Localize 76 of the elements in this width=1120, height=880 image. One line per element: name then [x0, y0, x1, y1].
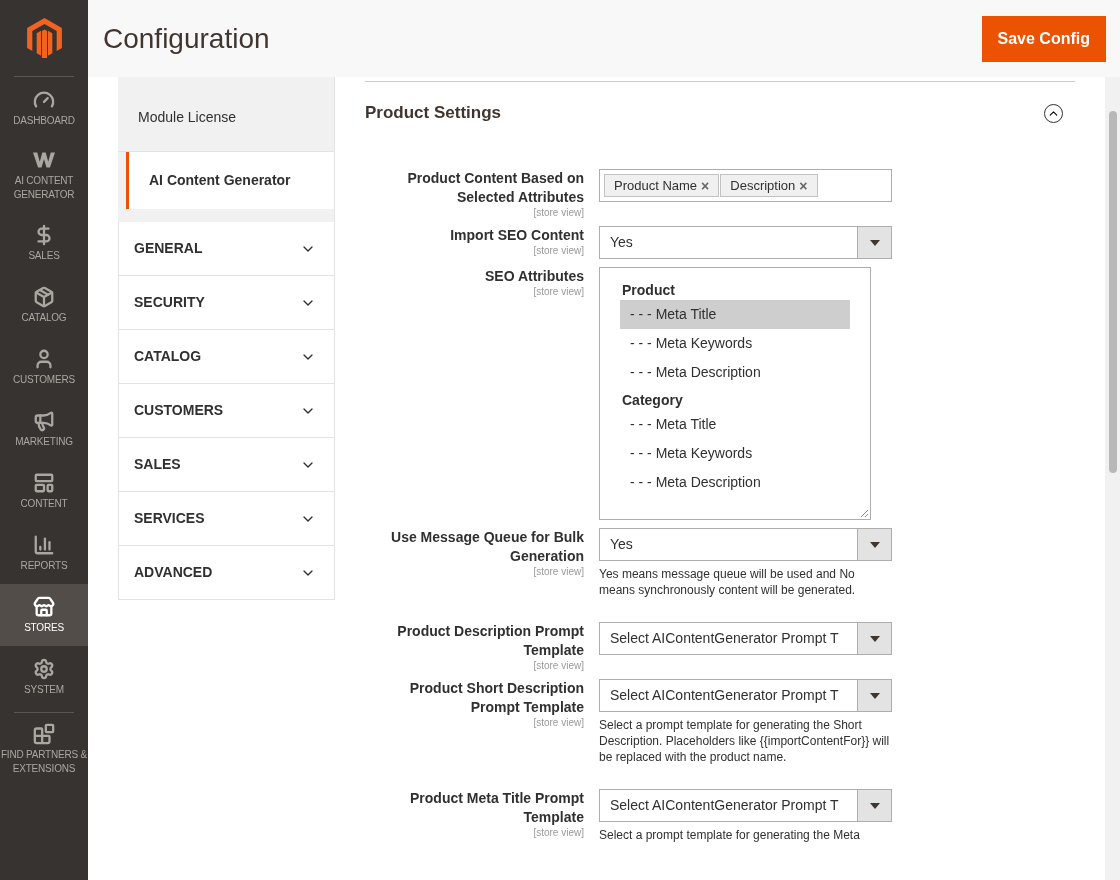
scrollbar[interactable] — [1105, 77, 1120, 880]
scope-label: [store view] — [533, 827, 584, 838]
field-label: Product Short Description Prompt Template — [408, 679, 584, 717]
field-label: SEO Attributes — [484, 267, 584, 286]
field-label: Product Description Prompt Template — [396, 622, 584, 660]
scope-label: [store view] — [533, 566, 584, 577]
page-title: Configuration — [103, 21, 270, 56]
select-field[interactable]: Select AIContentGenerator Prompt T — [599, 789, 892, 822]
listbox-option[interactable]: - - - Meta Title — [620, 410, 850, 439]
select-field[interactable]: Yes — [599, 226, 892, 259]
listbox-option[interactable]: - - - Meta Title — [620, 300, 850, 329]
multiselect-listbox[interactable]: Product - - - Meta Title - - - Meta Keywords - - - Meta Description Category - - - Meta Title - - - Meta Keywords - - - Meta Description — [599, 267, 871, 520]
field-label: Import SEO Content — [450, 226, 584, 245]
config-section[interactable]: SECURITY — [118, 276, 335, 330]
bar-chart-icon — [33, 533, 55, 556]
store-icon — [33, 595, 55, 618]
logo-icon[interactable] — [26, 18, 62, 58]
field-note: Select a prompt template for generating the Meta — [599, 827, 861, 843]
save-config-button[interactable]: Save Config — [981, 15, 1106, 62]
sidebar-item[interactable]: REPORTS — [0, 522, 88, 584]
w-letter-icon — [33, 149, 55, 171]
group-header[interactable]: Product Settings — [365, 82, 1075, 144]
remove-tag-button[interactable]: × — [799, 178, 808, 193]
sidebar-item[interactable]: STORES — [0, 584, 88, 646]
sidebar-item[interactable]: CUSTOMERS — [0, 336, 88, 398]
resize-handle-icon[interactable] — [860, 509, 868, 517]
scope-label: [store view] — [533, 207, 584, 218]
dropdown-arrow-icon — [869, 239, 880, 246]
sidebar-item[interactable]: SYSTEM — [0, 646, 88, 708]
group-title: Product Settings — [365, 102, 501, 125]
listbox-option[interactable]: - - - Meta Keywords — [620, 439, 850, 468]
config-section[interactable]: SERVICES — [118, 492, 335, 546]
sidebar-item[interactable]: MARKETING — [0, 398, 88, 460]
field-note: Select a prompt template for generating the Short Description. Placeholders like {{importContentFor}} will be replaced with the product name. — [599, 717, 891, 765]
listbox-option[interactable]: - - - Meta Description — [620, 468, 850, 497]
tag-label: Product Name — [614, 176, 698, 195]
field-label: Use Message Queue for Bulk Generation — [390, 528, 584, 566]
dropdown-arrow-icon — [869, 692, 880, 699]
tag-label: Description — [730, 176, 796, 195]
config-section[interactable]: SALES — [118, 438, 335, 492]
sidebar-item[interactable]: FIND PARTNERS & EXTENSIONS — [0, 713, 88, 786]
dropdown-arrow-icon — [869, 802, 880, 809]
select-field[interactable]: Select AIContentGenerator Prompt T — [599, 679, 892, 712]
option-group-label: Product — [621, 281, 676, 300]
layout-icon — [33, 471, 55, 494]
listbox-option[interactable]: - - - Meta Description — [620, 358, 850, 387]
option-group-label: Category — [621, 391, 684, 410]
scope-label: [store view] — [533, 660, 584, 671]
field-note: Yes means message queue will be used and No means synchronously content will be generated. — [599, 566, 857, 598]
scope-label: [store view] — [533, 245, 584, 256]
person-icon — [33, 347, 55, 370]
dropdown-arrow-icon — [869, 635, 880, 642]
field-label: Product Content Based on Selected Attributes — [406, 169, 584, 207]
sidebar-item[interactable]: SALES — [0, 212, 88, 274]
sidebar-item[interactable]: DASHBOARD — [0, 77, 88, 139]
select-field[interactable]: Select AIContentGenerator Prompt T — [599, 622, 892, 655]
listbox-option[interactable]: - - - Meta Keywords — [620, 329, 850, 358]
config-tab[interactable]: AI Content Generator — [126, 152, 334, 209]
megaphone-icon — [33, 409, 55, 432]
multiselect-field[interactable]: Product Name × Description × — [599, 169, 892, 202]
box-icon — [33, 285, 55, 308]
scope-label: [store view] — [533, 286, 584, 297]
config-section[interactable]: CATALOG — [118, 330, 335, 384]
sidebar-item[interactable]: CATALOG — [0, 274, 88, 336]
sidebar-item[interactable]: CONTENT — [0, 460, 88, 522]
sidebar-item[interactable]: AI CONTENT GENERATOR — [0, 139, 88, 212]
config-section[interactable]: ADVANCED — [118, 546, 335, 600]
blocks-icon — [33, 723, 55, 745]
scope-label: [store view] — [533, 717, 584, 728]
remove-tag-button[interactable]: × — [701, 178, 710, 193]
config-section[interactable]: GENERAL — [118, 222, 335, 276]
field-label: Product Meta Title Prompt Template — [409, 789, 584, 827]
select-field[interactable]: Yes — [599, 528, 892, 561]
settings-icon — [33, 657, 55, 680]
config-section[interactable]: CUSTOMERS — [118, 384, 335, 438]
dropdown-arrow-icon — [869, 541, 880, 548]
